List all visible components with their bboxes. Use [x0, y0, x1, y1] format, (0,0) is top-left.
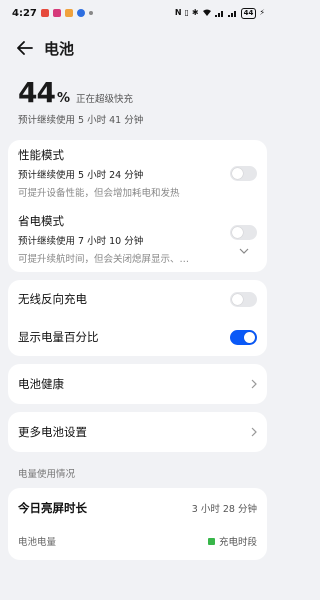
notification-dot-icon	[88, 11, 93, 15]
show-percentage-title: 显示电量百分比	[18, 330, 99, 344]
notification-icon	[76, 9, 85, 17]
toggle-knob	[244, 331, 255, 343]
chevron-down-icon[interactable]	[239, 248, 249, 254]
performance-mode-title: 性能模式	[18, 148, 64, 162]
back-button[interactable]	[12, 35, 38, 61]
power-saving-mode-estimate: 预计继续使用 7 小时 10 分钟	[18, 236, 144, 247]
nfc-icon: N	[174, 8, 182, 17]
performance-mode-estimate: 预计继续使用 5 小时 24 分钟	[18, 170, 144, 181]
performance-mode-toggle[interactable]	[230, 165, 257, 181]
battery-percent-row: 44 % 正在超级快充	[18, 76, 257, 109]
more-settings-row[interactable]: 更多电池设置	[8, 412, 267, 452]
screen-on-row: 今日亮屏时长 3 小时 28 分钟	[8, 488, 267, 528]
battery-health-row[interactable]: 电池健康	[8, 364, 267, 404]
performance-mode-row[interactable]: 性能模式 预计继续使用 5 小时 24 分钟 可提升设备性能，但会增加耗电和发热	[8, 140, 267, 206]
page-title: 电池	[44, 39, 75, 58]
arrow-left-icon	[17, 41, 33, 55]
battery-percent: 44	[18, 76, 56, 109]
reverse-charging-row[interactable]: 无线反向充电	[8, 280, 267, 318]
status-time: 4:27	[12, 7, 37, 19]
notification-icon	[40, 9, 49, 17]
notification-icon	[64, 9, 73, 17]
chevron-right-icon	[251, 379, 257, 389]
reverse-charging-title: 无线反向充电	[18, 292, 87, 306]
notification-icon	[52, 9, 61, 17]
toggle-knob	[232, 167, 243, 179]
battery-icon: 44	[240, 7, 257, 19]
legend-color-swatch	[207, 537, 215, 545]
battery-level-label: 电池电量	[18, 537, 57, 548]
screen-on-value: 3 小时 28 分钟	[191, 504, 257, 515]
status-bar: 4:27 N ▯ ✱ 44 ⚡	[0, 0, 275, 26]
performance-mode-description: 可提升设备性能，但会增加耗电和发热	[18, 188, 180, 199]
charging-legend-label: 充电时段	[218, 537, 257, 548]
more-settings-card: 更多电池设置	[8, 412, 267, 452]
reverse-charging-toggle[interactable]	[230, 291, 257, 307]
wifi-icon	[202, 9, 211, 16]
screen-on-title: 今日亮屏时长	[18, 501, 87, 515]
percent-unit: %	[56, 91, 70, 106]
charging-icon: ⚡	[259, 8, 265, 17]
display-card: 无线反向充电 显示电量百分比	[8, 280, 267, 356]
status-bar-right: N ▯ ✱ 44 ⚡	[174, 7, 265, 19]
power-saving-mode-row[interactable]: 省电模式 预计继续使用 7 小时 10 分钟 可提升续航时间，但会关闭熄屏显示、…	[8, 206, 267, 272]
battery-level-row: 电池电量 充电时段	[8, 528, 267, 554]
charging-legend: 充电时段	[207, 534, 257, 548]
status-bar-left: 4:27	[12, 8, 93, 19]
more-settings-title: 更多电池设置	[18, 425, 87, 439]
power-saving-mode-description: 可提升续航时间，但会关闭熄屏显示、…	[18, 254, 190, 265]
usage-card: 今日亮屏时长 3 小时 28 分钟 电池电量 充电时段	[8, 488, 267, 560]
toggle-knob	[232, 293, 243, 305]
signal-icon	[214, 11, 223, 17]
modes-card: 性能模式 预计继续使用 5 小时 24 分钟 可提升设备性能，但会增加耗电和发热…	[8, 140, 267, 272]
bluetooth-icon: ✱	[191, 8, 199, 17]
show-percentage-toggle[interactable]	[230, 329, 257, 345]
battery-health-title: 电池健康	[18, 377, 64, 391]
vibrate-icon: ▯	[184, 8, 189, 17]
usage-section-label: 电量使用情况	[18, 469, 76, 480]
battery-estimate: 预计继续使用 5 小时 41 分钟	[18, 115, 144, 126]
signal-icon	[227, 11, 236, 17]
charging-status: 正在超级快充	[76, 94, 134, 105]
top-bar: 电池	[0, 26, 275, 70]
power-saving-mode-toggle[interactable]	[230, 224, 257, 240]
toggle-knob	[232, 226, 243, 238]
show-percentage-row[interactable]: 显示电量百分比	[8, 318, 267, 356]
battery-health-card: 电池健康	[8, 364, 267, 404]
power-saving-mode-title: 省电模式	[18, 214, 64, 228]
battery-summary: 44 % 正在超级快充 预计继续使用 5 小时 41 分钟	[0, 70, 275, 140]
chevron-right-icon	[251, 427, 257, 437]
